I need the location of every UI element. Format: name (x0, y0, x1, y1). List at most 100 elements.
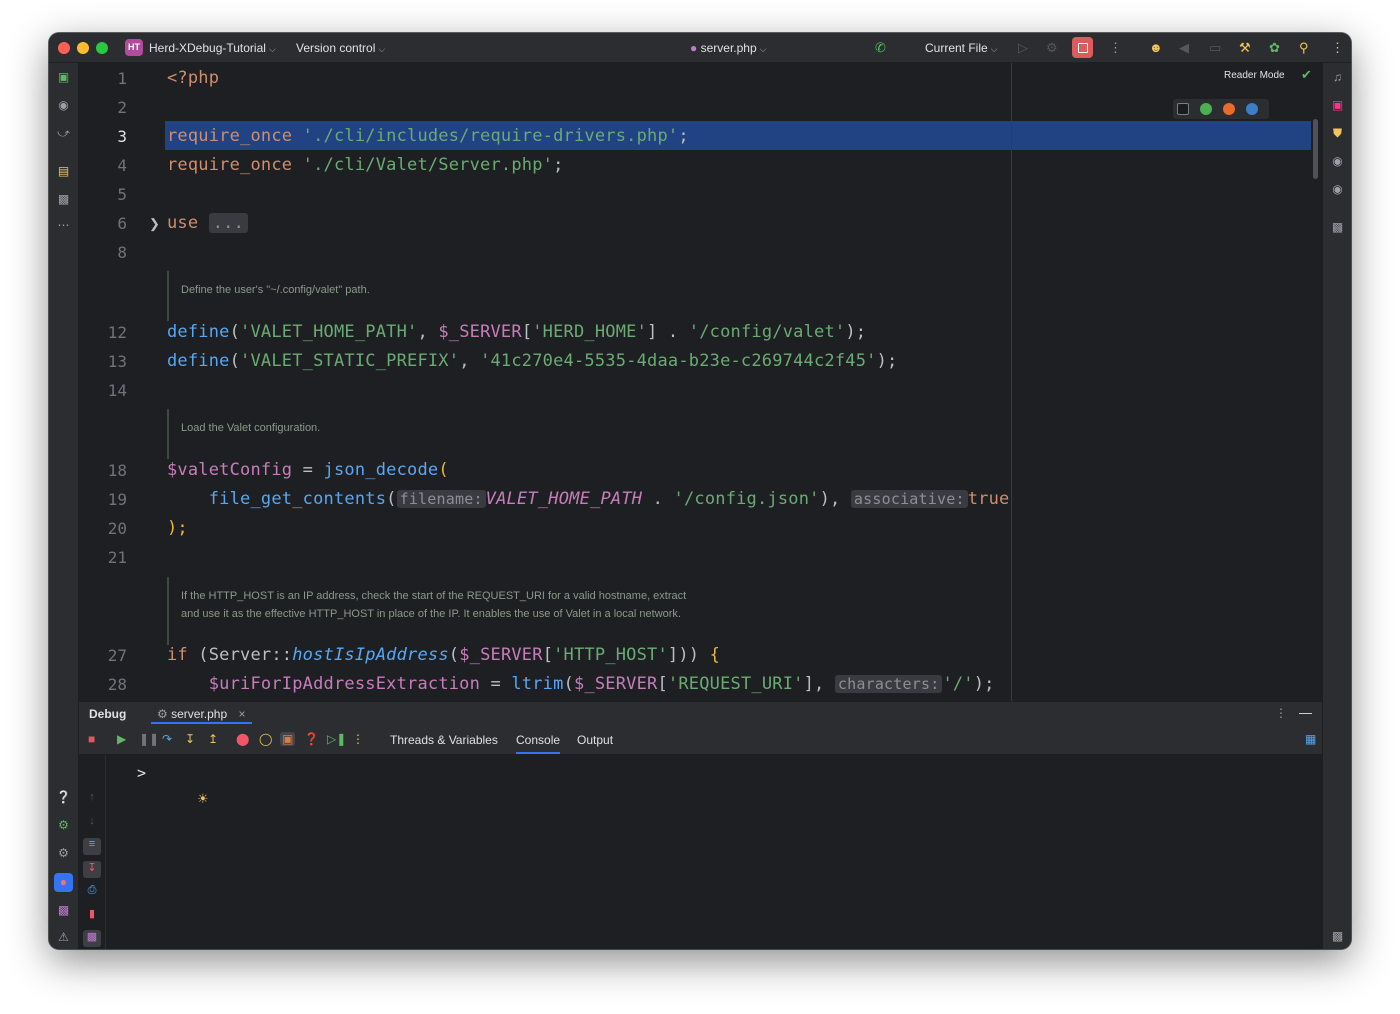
run-icon[interactable]: ▷ (1018, 40, 1028, 56)
pull-requests-icon[interactable]: ⤻ (49, 126, 78, 141)
doc-comment: Load the Valet configuration. (167, 409, 320, 459)
code-with-me-icon[interactable]: ☻ (1149, 40, 1163, 55)
code-line: define('VALET_STATIC_PREFIX', '41c270e4-… (167, 351, 898, 371)
minimize-panel-icon[interactable]: — (1299, 705, 1312, 720)
copilot-icon[interactable]: ◉ (1323, 182, 1351, 196)
zoom-window-button[interactable] (96, 42, 108, 54)
tab-output[interactable]: Output (577, 733, 613, 747)
firefox-icon[interactable] (1223, 103, 1235, 115)
stop-icon[interactable]: ■ (88, 732, 95, 746)
chevron-down-icon: ⌵ (759, 44, 767, 54)
line-number: 2 (117, 98, 127, 117)
debug-session-tab[interactable]: ⚙ server.php × (151, 702, 252, 724)
api-panel-bottom-icon[interactable]: ▩ (1323, 929, 1351, 943)
api-panel-icon[interactable]: ▩ (1323, 220, 1351, 234)
project-name: Herd-XDebug-Tutorial (149, 41, 266, 55)
soft-wrap-icon[interactable]: ≡ (83, 838, 101, 855)
vcs-selector[interactable]: Version control ⌵ (296, 41, 385, 55)
variable: $_SERVER (459, 645, 543, 665)
chrome-icon[interactable] (1200, 103, 1212, 115)
scroll-up-icon[interactable]: ↑ (83, 791, 101, 808)
project-selector[interactable]: Herd-XDebug-Tutorial ⌵ (149, 41, 276, 55)
run-config-selector[interactable]: Current File ⌵ (925, 41, 998, 55)
more-vertical-icon[interactable]: ⋮ (1275, 706, 1287, 720)
vertical-scrollbar[interactable] (1313, 119, 1318, 179)
debug-toolbar: ■ ▶ ❚❚ ↷ ↧ ↥ ⬤ ◯ ▣ ❓ ▷❚ ⋮ Threads & Vari… (79, 726, 1322, 755)
fold-expand-icon[interactable]: ❯ (149, 216, 160, 232)
more-vertical-icon[interactable]: ⋮ (352, 732, 364, 746)
help-icon[interactable]: ❔ (49, 790, 78, 804)
pause-icon[interactable]: ❚❚ (139, 732, 159, 746)
right-tool-strip: ♫ ▣ ⛊ ◉ ◉ ▩ ▩ (1322, 63, 1351, 949)
more-tools-icon[interactable]: ⋯ (49, 218, 78, 232)
database-icon[interactable]: ⛊ (1323, 126, 1351, 141)
break-on-first-line-icon[interactable]: ▣ (280, 732, 296, 746)
more-vertical-icon[interactable]: ⋮ (1109, 40, 1122, 56)
stop-button[interactable] (1072, 37, 1093, 58)
tab-threads-variables[interactable]: Threads & Variables (390, 733, 498, 747)
keyword: true (967, 489, 1010, 509)
print-icon[interactable]: ⎙ (83, 884, 101, 901)
notifications-icon[interactable]: ♫ (1323, 70, 1351, 84)
project-tool-icon[interactable]: ▣ (49, 70, 78, 84)
project-badge[interactable]: HT (125, 39, 143, 56)
search-icon[interactable]: ⚲ (1299, 40, 1309, 56)
commit-tool-icon[interactable]: ◉ (49, 98, 78, 112)
code-line: if (Server::hostIsIpAddress($_SERVER['HT… (167, 645, 721, 665)
phone-listen-icon[interactable]: ✆ (875, 40, 886, 56)
current-file-selector[interactable]: ● server.php ⌵ (690, 41, 766, 55)
function-call: ltrim (511, 674, 564, 694)
line-number: 8 (117, 243, 127, 262)
resume-icon[interactable]: ▶ (117, 732, 126, 746)
debug-console[interactable]: ↑ ↓ ≡ ↧ ⎙ ▮ ▩ > ☀ (79, 755, 1322, 949)
breakpoint-icon[interactable]: ⬤ (236, 732, 249, 746)
keyword: if (167, 645, 188, 665)
string-literal: 'REQUEST_URI' (667, 674, 804, 694)
plugin-icon[interactable]: ▣ (1323, 98, 1351, 112)
problems-icon[interactable]: ⚠ (49, 930, 78, 944)
help-icon[interactable]: ❓ (304, 732, 319, 746)
ai-chat-icon[interactable]: ◉ (1323, 154, 1351, 168)
safari-icon[interactable] (1246, 103, 1258, 115)
mute-breakpoints-icon[interactable]: ◯ (259, 732, 272, 746)
line-number: 13 (107, 352, 127, 371)
ai-assistant-icon[interactable]: ✿ (1269, 40, 1280, 56)
scroll-to-end-icon[interactable]: ↧ (83, 861, 101, 878)
minimize-window-button[interactable] (77, 42, 89, 54)
step-out-icon[interactable]: ↥ (208, 732, 218, 746)
run-to-cursor-icon[interactable]: ▷❚ (327, 732, 346, 746)
build-tools-icon[interactable]: ⚒ (1239, 40, 1251, 56)
php-file-icon: ● (690, 41, 698, 55)
api-tool-icon[interactable]: ▩ (49, 192, 78, 206)
code-line: ); (167, 518, 188, 538)
back-icon[interactable]: ◀ (1179, 40, 1189, 56)
services-icon[interactable]: ⚙ (49, 818, 78, 832)
tab-console[interactable]: Console (516, 733, 561, 754)
debug-panel-title: Debug (89, 707, 127, 721)
lightbulb-icon[interactable]: ☀ (197, 791, 209, 807)
console-input-icon[interactable]: ▩ (83, 930, 101, 947)
settings-gear-icon[interactable]: ⚙ (49, 846, 78, 860)
scroll-down-icon[interactable]: ↓ (83, 815, 101, 832)
reader-mode-toggle[interactable]: Reader Mode (1224, 70, 1285, 81)
step-over-icon[interactable]: ↷ (162, 732, 172, 746)
debug-bug-icon[interactable]: ⚙ (1046, 40, 1058, 56)
forward-icon[interactable]: ▭ (1209, 40, 1221, 56)
code-line: $valetConfig = json_decode( (167, 460, 449, 480)
debug-tool-icon[interactable]: ● (49, 873, 78, 892)
clear-all-icon[interactable]: ▮ (83, 907, 101, 924)
close-icon[interactable]: × (239, 707, 246, 721)
doc-comment: Define the user's "~/.config/valet" path… (167, 271, 370, 321)
parameter-hint: filename: (396, 490, 486, 508)
function-call: json_decode (323, 460, 439, 480)
close-window-button[interactable] (58, 42, 70, 54)
layout-settings-icon[interactable]: ▦ (1305, 732, 1316, 746)
code-editor[interactable]: Reader Mode ✔ 1 2 3 4 5 6 8 12 13 14 18 … (79, 63, 1322, 701)
phpstorm-icon[interactable] (1177, 103, 1189, 115)
step-into-icon[interactable]: ↧ (185, 732, 195, 746)
console-prompt[interactable]: > (137, 764, 146, 782)
structure-icon[interactable]: ▤ (49, 164, 78, 178)
settings-more-icon[interactable]: ⋮ (1331, 40, 1344, 56)
terminal-icon[interactable]: ▩ (49, 903, 78, 917)
folded-region[interactable]: ... (208, 213, 249, 233)
